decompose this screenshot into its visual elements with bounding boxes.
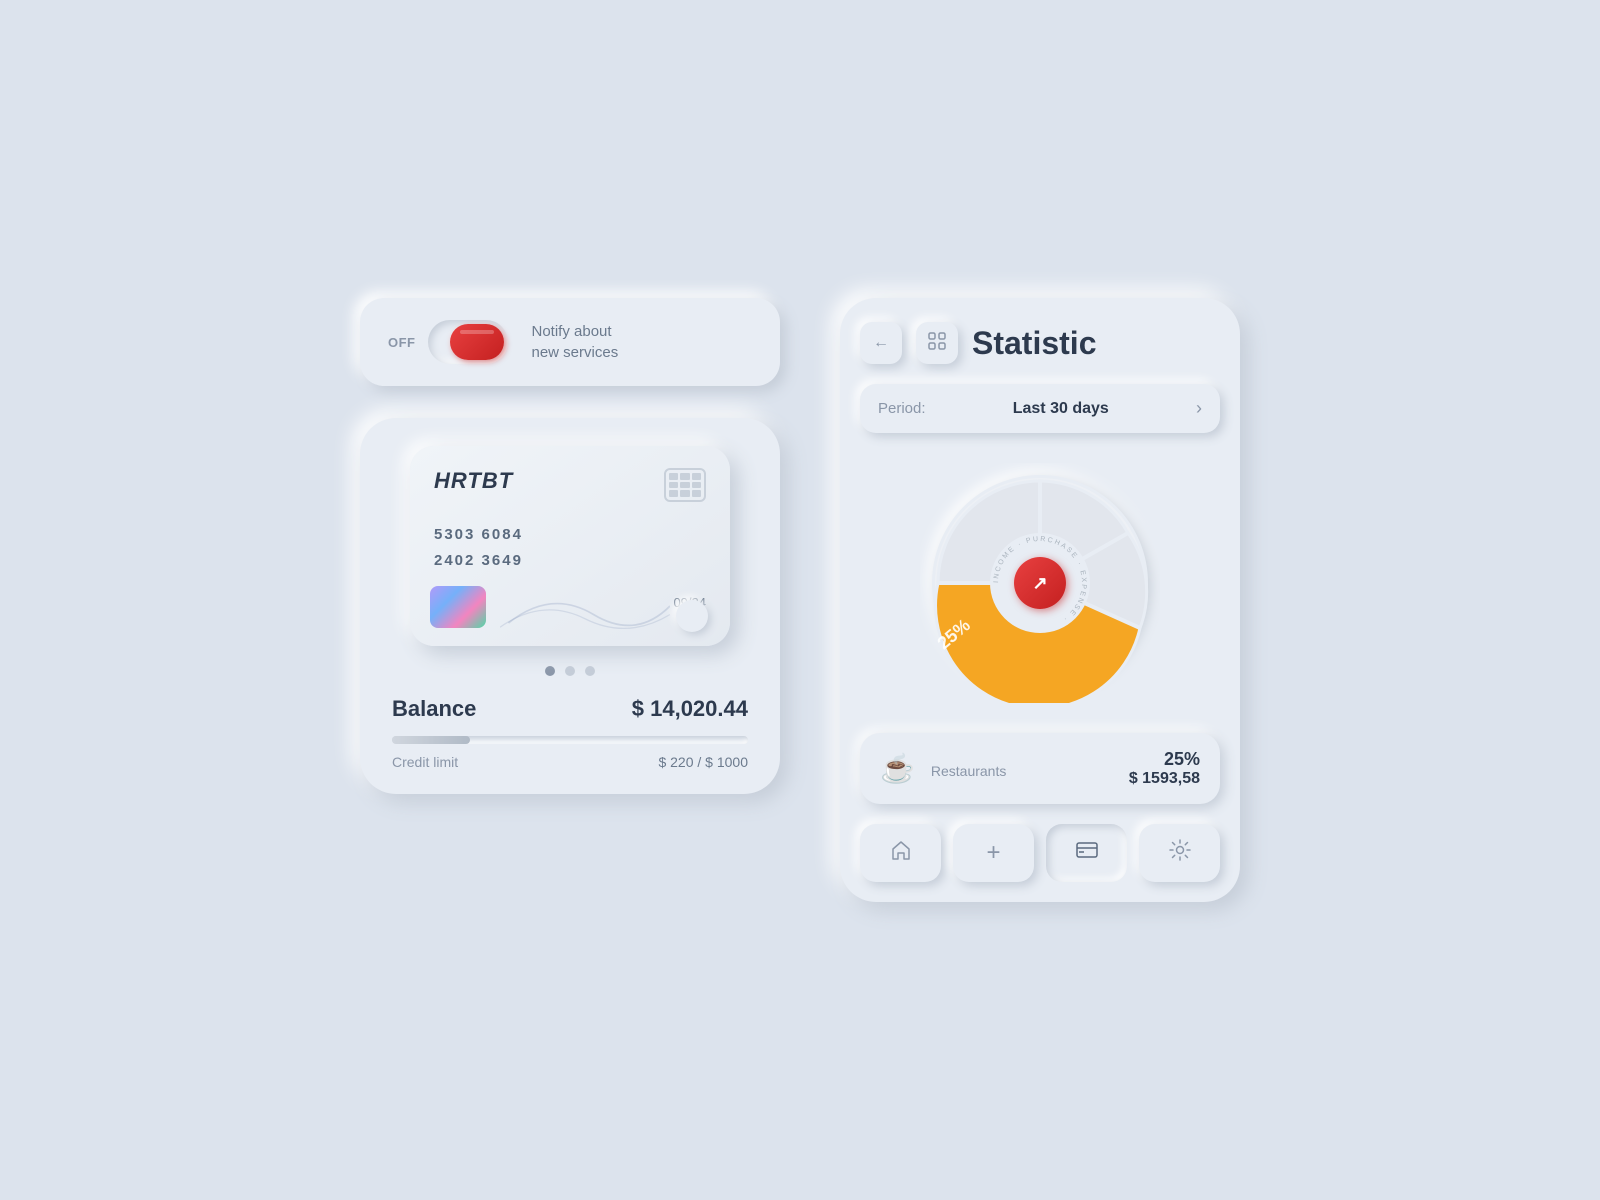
dot-3[interactable] (585, 666, 595, 676)
card-hologram (430, 586, 486, 628)
pie-center-button[interactable]: ↗ (1014, 557, 1066, 609)
toggle-switch[interactable] (428, 320, 508, 364)
period-label: Period: (878, 400, 926, 417)
card-chip (664, 468, 706, 502)
stat-phone: ← Statistic Period: (840, 298, 1240, 902)
toggle-wrapper: OFF (388, 320, 508, 364)
credit-limit-label: Credit limit (392, 754, 458, 770)
restaurant-icon: ☕ (880, 752, 915, 785)
restaurant-card: ☕ Restaurants 25% $ 1593,58 (860, 733, 1220, 804)
grid-icon (928, 332, 946, 355)
restaurant-info: Restaurants (931, 759, 1113, 779)
notify-text: Notify about new services (532, 321, 619, 363)
phone-card-wrapper: HRTBT 5303 6084 2402 3649 (360, 418, 780, 794)
back-button[interactable]: ← (860, 322, 902, 364)
restaurant-stats: 25% $ 1593,58 (1129, 749, 1200, 788)
grid-button[interactable] (916, 322, 958, 364)
credit-limit-row: Credit limit $ 220 / $ 1000 (392, 754, 748, 770)
card-circle-button[interactable] (676, 600, 708, 632)
pie-center-arrow-icon: ↗ (1032, 573, 1047, 594)
period-value: Last 30 days (1013, 400, 1109, 418)
dot-1[interactable] (545, 666, 555, 676)
credit-card: HRTBT 5303 6084 2402 3649 (410, 446, 730, 646)
add-nav-button[interactable]: + (953, 824, 1034, 882)
settings-icon (1169, 839, 1191, 867)
progress-bar-wrapper (392, 736, 748, 744)
restaurant-percentage: 25% (1129, 749, 1200, 770)
balance-section: Balance $ 14,020.44 Credit limit $ 220 /… (388, 696, 752, 770)
dot-2[interactable] (565, 666, 575, 676)
home-icon (890, 839, 912, 867)
cards-icon (1076, 840, 1098, 866)
card-dots (545, 666, 595, 676)
home-nav-button[interactable] (860, 824, 941, 882)
toggle-knob (450, 324, 504, 360)
pie-chart-container: 25% ↗ INCOME · PURCHASE · EXPENSE · (860, 453, 1220, 713)
back-icon: ← (873, 334, 889, 352)
toggle-off-label: OFF (388, 335, 416, 350)
period-row[interactable]: Period: Last 30 days › (860, 384, 1220, 433)
balance-amount: $ 14,020.44 (632, 696, 748, 722)
settings-nav-button[interactable] (1139, 824, 1220, 882)
credit-limit-amount: $ 220 / $ 1000 (658, 754, 748, 770)
cards-nav-button[interactable] (1046, 824, 1127, 882)
balance-label: Balance (392, 696, 476, 722)
balance-row: Balance $ 14,020.44 (392, 696, 748, 722)
main-container: OFF Notify about new services HRTBT (320, 258, 1280, 942)
stat-header: ← Statistic (860, 322, 1220, 364)
right-panel: ← Statistic Period: (840, 298, 1240, 902)
card-waves (500, 576, 670, 636)
bottom-nav: + (860, 824, 1220, 882)
left-panel: OFF Notify about new services HRTBT (360, 298, 780, 794)
progress-bar-fill (392, 736, 470, 744)
period-arrow-icon: › (1196, 398, 1202, 419)
add-icon: + (986, 839, 1000, 867)
card-number: 5303 6084 2402 3649 (434, 522, 706, 573)
toggle-card: OFF Notify about new services (360, 298, 780, 386)
stat-title: Statistic (972, 325, 1096, 362)
restaurant-label: Restaurants (931, 763, 1113, 779)
restaurant-amount: $ 1593,58 (1129, 770, 1200, 788)
